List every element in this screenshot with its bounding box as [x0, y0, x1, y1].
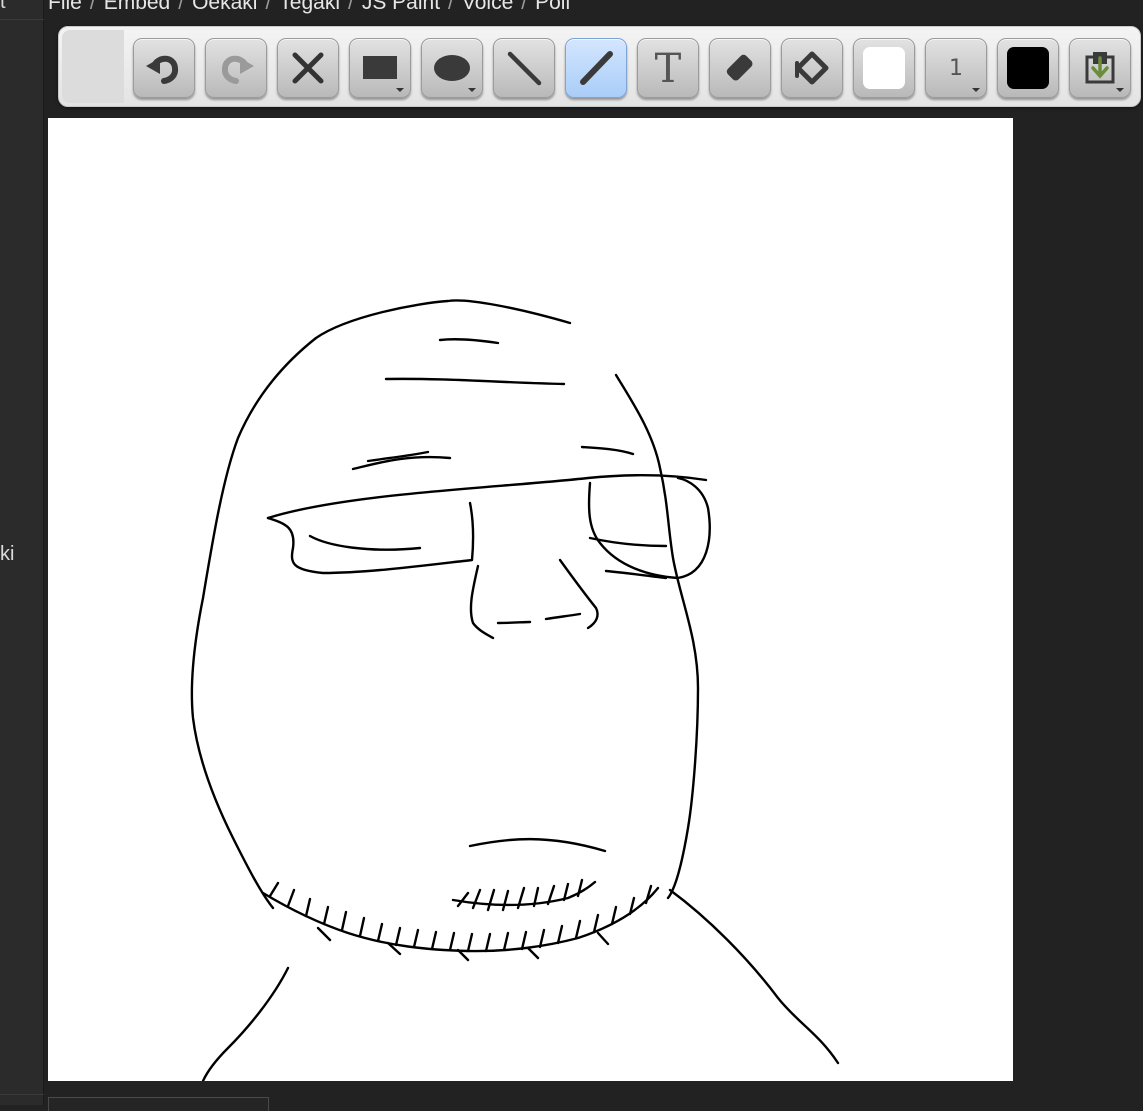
sidebar-bottom-divider [0, 1094, 44, 1095]
eraser-icon [726, 54, 753, 81]
redo-icon [221, 55, 254, 84]
canvas-drawing [190, 299, 840, 1081]
undo-button[interactable] [133, 38, 195, 98]
clear-button[interactable] [277, 38, 339, 98]
rectangle-tool-button[interactable] [349, 38, 411, 98]
redo-button[interactable] [205, 38, 267, 98]
fill-tool-button[interactable] [781, 38, 843, 98]
line-icon [507, 51, 542, 86]
menu-file[interactable]: File [48, 0, 82, 15]
drawing-canvas[interactable] [48, 118, 1013, 1081]
save-icon [1085, 52, 1115, 84]
menu-separator: / [265, 0, 272, 14]
stroke-color-swatch [1007, 47, 1049, 89]
text-tool-button[interactable]: T [637, 38, 699, 98]
menu-separator: / [178, 0, 185, 14]
sidebar-middle-text[interactable]: ki [0, 543, 14, 566]
left-sidebar: t ki [0, 0, 44, 1105]
menu-separator: / [89, 0, 96, 14]
menu-separator: / [521, 0, 528, 14]
menu-tegaki[interactable]: Tegaki [279, 0, 340, 15]
ellipse-tool-button[interactable] [421, 38, 483, 98]
rectangle-icon [363, 56, 397, 79]
fill-color-button[interactable] [853, 38, 915, 98]
toolbar-drag-handle[interactable] [62, 30, 124, 103]
chevron-down-icon [1116, 88, 1124, 92]
pencil-icon [580, 51, 613, 85]
fill-icon [795, 51, 829, 85]
menu-separator: / [347, 0, 354, 14]
stroke-color-button[interactable] [997, 38, 1059, 98]
chevron-down-icon [972, 88, 980, 92]
brush-size-button[interactable]: 1 [925, 38, 987, 98]
menu-js-paint[interactable]: JS Paint [362, 0, 440, 15]
menu-oekaki[interactable]: Oekaki [192, 0, 257, 15]
save-button[interactable] [1069, 38, 1131, 98]
sidebar-divider [0, 19, 44, 20]
fill-color-swatch [863, 47, 905, 89]
line-tool-button[interactable] [493, 38, 555, 98]
drawing-toolbar: T 1 [58, 26, 1141, 107]
text-icon: T [655, 46, 682, 90]
undo-icon [146, 55, 179, 84]
menu-separator: / [448, 0, 454, 14]
menu-voice[interactable]: Voice [462, 0, 513, 15]
close-icon [292, 52, 324, 84]
chevron-down-icon [468, 88, 476, 92]
sidebar-top-text: t [0, 0, 6, 13]
svg-text:T: T [655, 46, 682, 90]
pencil-tool-button[interactable] [565, 38, 627, 98]
bottom-panel-edge [48, 1097, 269, 1111]
menu-poll[interactable]: Poll [535, 0, 570, 15]
chevron-down-icon [396, 88, 404, 92]
ellipse-icon [434, 55, 470, 81]
eraser-tool-button[interactable] [709, 38, 771, 98]
brush-size-label: 1 [949, 55, 963, 81]
menu-embed[interactable]: Embed [104, 0, 171, 15]
menu-bar: File / Embed / Oekaki / Tegaki / JS Pain… [48, 0, 570, 15]
